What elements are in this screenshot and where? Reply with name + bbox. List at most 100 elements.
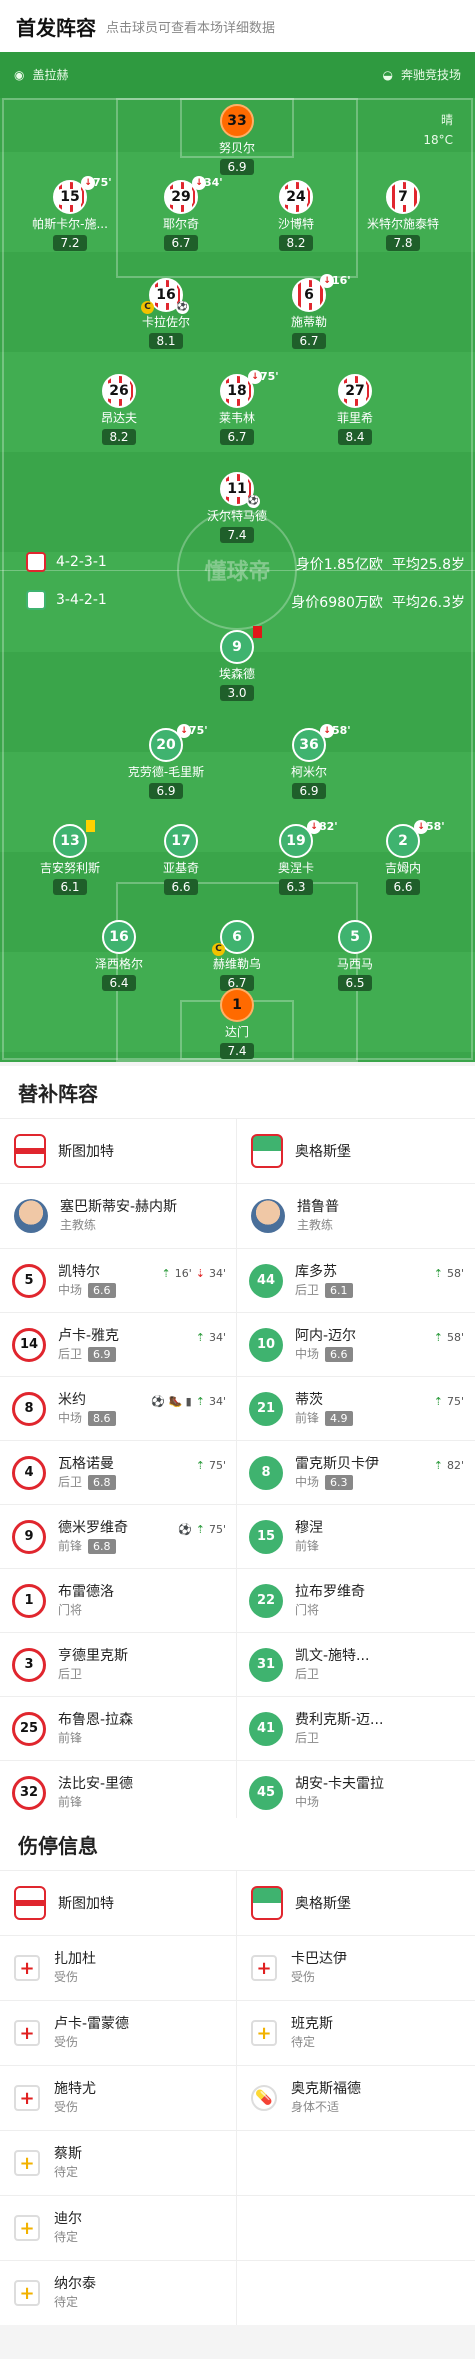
medical-cross-icon: + (14, 2085, 40, 2111)
player-home-7[interactable]: 7 米特尔施泰特 7.8 (343, 180, 463, 251)
sub-player[interactable]: 32 法比安-里德 前锋 (0, 1761, 237, 1824)
player-away-16[interactable]: 16 泽西格尔 6.4 (59, 920, 179, 991)
sub-player[interactable]: 14 卢卡-雅克 后卫 6.9 ⇡ 34' (0, 1313, 237, 1376)
player-home-6[interactable]: 6 ↓ 16' 施蒂勒 6.7 (249, 274, 369, 349)
player-away-17[interactable]: 17 亚基奇 6.6 (121, 824, 241, 895)
injuries-home-team[interactable]: 斯图加特 (0, 1871, 237, 1935)
sub-player[interactable]: 25 布鲁恩-拉森 前锋 (0, 1697, 237, 1760)
home-coach[interactable]: 塞巴斯蒂安-赫内斯 主教练 (0, 1184, 237, 1248)
player-away-19[interactable]: 19 ↓ 82' 奥涅卡 6.3 (236, 820, 356, 895)
injury-item[interactable]: + 扎加杜 受伤 (0, 1936, 237, 2000)
injuries-title: 伤停信息 (18, 1833, 98, 1858)
sub-player[interactable]: 45 胡安-卡夫雷拉 中场 (237, 1761, 474, 1824)
player-away-13[interactable]: 13 吉安努利斯 6.1 (10, 820, 130, 895)
player-away-6[interactable]: 6 C 赫维勒乌 6.7 (177, 920, 297, 991)
injury-name: 扎加杜 (54, 1951, 96, 1967)
player-home-26[interactable]: 26 昂达夫 8.2 (59, 374, 179, 445)
sub-player[interactable]: 4 瓦格诺曼 后卫 6.8 ⇡ 75' (0, 1441, 237, 1504)
injury-name: 蔡斯 (54, 2146, 82, 2162)
sub-position: 后卫 (295, 1730, 320, 1745)
sub-position: 前锋 (295, 1538, 320, 1553)
subs-title: 替补阵容 (18, 1081, 98, 1106)
jersey-number: 22 (249, 1583, 283, 1618)
sub-rating: 6.1 (325, 1282, 353, 1298)
jersey-number: 41 (249, 1711, 283, 1746)
player-home-29[interactable]: 29 ↓ 34' 耶尔奇 6.7 (121, 176, 241, 251)
sub-player[interactable]: 22 拉布罗维奇 门将 (237, 1569, 474, 1632)
sub-player[interactable]: 41 费利克斯-迈... 后卫 (237, 1697, 474, 1760)
home-crest-icon (26, 552, 46, 572)
sub-events: ⇡ 16' ⇣ 34' (161, 1267, 227, 1280)
sub-player[interactable]: 10 阿内-迈尔 中场 6.6 ⇡ 58' (237, 1313, 474, 1376)
sub-position: 中场 (58, 1410, 83, 1425)
player-away-9[interactable]: 9 埃森德 3.0 (177, 626, 297, 701)
injury-status: 待定 (54, 2295, 79, 2309)
injury-item[interactable]: + 班克斯 待定 (237, 2001, 474, 2065)
empty-cell (237, 2131, 474, 2195)
player-away-36[interactable]: 36 ↓ 58' 柯米尔 6.9 (249, 724, 369, 799)
player-home-15[interactable]: 15 ↓ 75' 帕斯卡尔-施... 7.2 (10, 176, 130, 251)
sub-name: 胡安-卡夫雷拉 (295, 1775, 385, 1792)
sub-on-icon: ⇡ (195, 1395, 205, 1408)
sub-name: 法比安-里德 (58, 1775, 134, 1792)
sub-player[interactable]: 3 亨德里克斯 后卫 (0, 1633, 237, 1696)
sub-player[interactable]: 9 德米罗维奇 前锋 6.8 ⚽ ⇡ 75' (0, 1505, 237, 1568)
stadium-icon: ◒ (382, 67, 393, 82)
injury-item[interactable]: + 迪尔 待定 (0, 2196, 237, 2260)
jersey-number: 31 (249, 1647, 283, 1682)
injuries-away-team[interactable]: 奥格斯堡 (237, 1871, 474, 1935)
injury-item[interactable]: + 卡巴达伊 受伤 (237, 1936, 474, 2000)
lineup-hint: 点击球员可查看本场详细数据 (106, 20, 276, 36)
injury-item[interactable]: + 施特尤 受伤 (0, 2066, 237, 2130)
subs-away-team[interactable]: 奥格斯堡 (237, 1119, 474, 1183)
player-away-2[interactable]: 2 ↓ 58' 吉姆内 6.6 (343, 820, 463, 895)
sub-player[interactable]: 31 凯文-施特... 后卫 (237, 1633, 474, 1696)
player-away-20[interactable]: 20 ↓ 75' 克劳德-毛里斯 6.9 (106, 724, 226, 799)
sub-player[interactable]: 8 雷克斯贝卡伊 中场 6.3 ⇡ 82' (237, 1441, 474, 1504)
venue-bar: ◉ 盖拉赫 ◒ 奔驰竞技场 (0, 52, 475, 98)
sub-position: 前锋 (58, 1538, 83, 1553)
medical-cross-icon: + (14, 2150, 40, 2176)
sub-name: 布雷德洛 (58, 1583, 114, 1600)
away-coach[interactable]: 措鲁普 主教练 (237, 1184, 474, 1248)
player-home-18[interactable]: 18 ↓ 75' 莱韦林 6.7 (177, 370, 297, 445)
red-card-icon (253, 626, 262, 638)
sub-position: 门将 (58, 1602, 83, 1617)
lineup-header: 首发阵容 点击球员可查看本场详细数据 (0, 0, 475, 52)
stadium-label: 奔驰竞技场 (400, 68, 461, 82)
injury-item[interactable]: + 蔡斯 待定 (0, 2131, 237, 2195)
sub-name: 蒂茨 (295, 1391, 323, 1408)
jersey-number: 44 (249, 1263, 283, 1298)
injury-status: 受伤 (54, 2035, 79, 2049)
sub-events: ⇡ 34' (195, 1331, 226, 1344)
sub-player[interactable]: 1 布雷德洛 门将 (0, 1569, 237, 1632)
player-home-24[interactable]: 24 沙博特 8.2 (236, 180, 356, 251)
temperature: 18°C (423, 133, 453, 147)
sub-rating: 6.6 (88, 1282, 116, 1298)
player-home-16[interactable]: 16 C ⚽ 卡拉佐尔 8.1 (106, 278, 226, 349)
sub-events: ⇡ 75' (195, 1459, 226, 1472)
sub-player[interactable]: 21 蒂茨 前锋 4.9 ⇡ 75' (237, 1377, 474, 1440)
injury-name: 卡巴达伊 (291, 1951, 347, 1967)
player-away-5[interactable]: 5 马西马 6.5 (295, 920, 415, 991)
player-home-11[interactable]: 11 ⚽ 沃尔特马德 7.4 (177, 472, 297, 543)
jersey-number: 21 (249, 1391, 283, 1426)
sub-rating: 6.9 (88, 1346, 116, 1362)
injury-item[interactable]: 💊 奥克斯福德 身体不适 (237, 2066, 474, 2130)
injury-status: 待定 (291, 2035, 316, 2049)
sub-position: 后卫 (295, 1666, 320, 1681)
whistle-icon: ◉ (14, 67, 25, 82)
sub-events: ⇡ 82' (433, 1459, 464, 1472)
subs-home-team[interactable]: 斯图加特 (0, 1119, 237, 1183)
injury-item[interactable]: + 卢卡-雷蒙德 受伤 (0, 2001, 237, 2065)
sub-player[interactable]: 8 米约 中场 8.6 ⚽ 🥾 ▮ ⇡ 34' (0, 1377, 237, 1440)
player-away-1[interactable]: 1 达门 7.4 (177, 988, 297, 1059)
player-home-27[interactable]: 27 菲里希 8.4 (295, 374, 415, 445)
sub-player[interactable]: 5 凯特尔 中场 6.6 ⇡ 16' ⇣ 34' (0, 1249, 237, 1312)
injury-name: 迪尔 (54, 2211, 82, 2227)
sub-player[interactable]: 44 库多苏 后卫 6.1 ⇡ 58' (237, 1249, 474, 1312)
sub-player[interactable]: 15 穆涅 前锋 (237, 1505, 474, 1568)
player-home-33[interactable]: 33 努贝尔 6.9 (177, 104, 297, 175)
injury-item[interactable]: + 纳尔泰 待定 (0, 2261, 237, 2325)
jersey-number: 4 (12, 1455, 46, 1490)
